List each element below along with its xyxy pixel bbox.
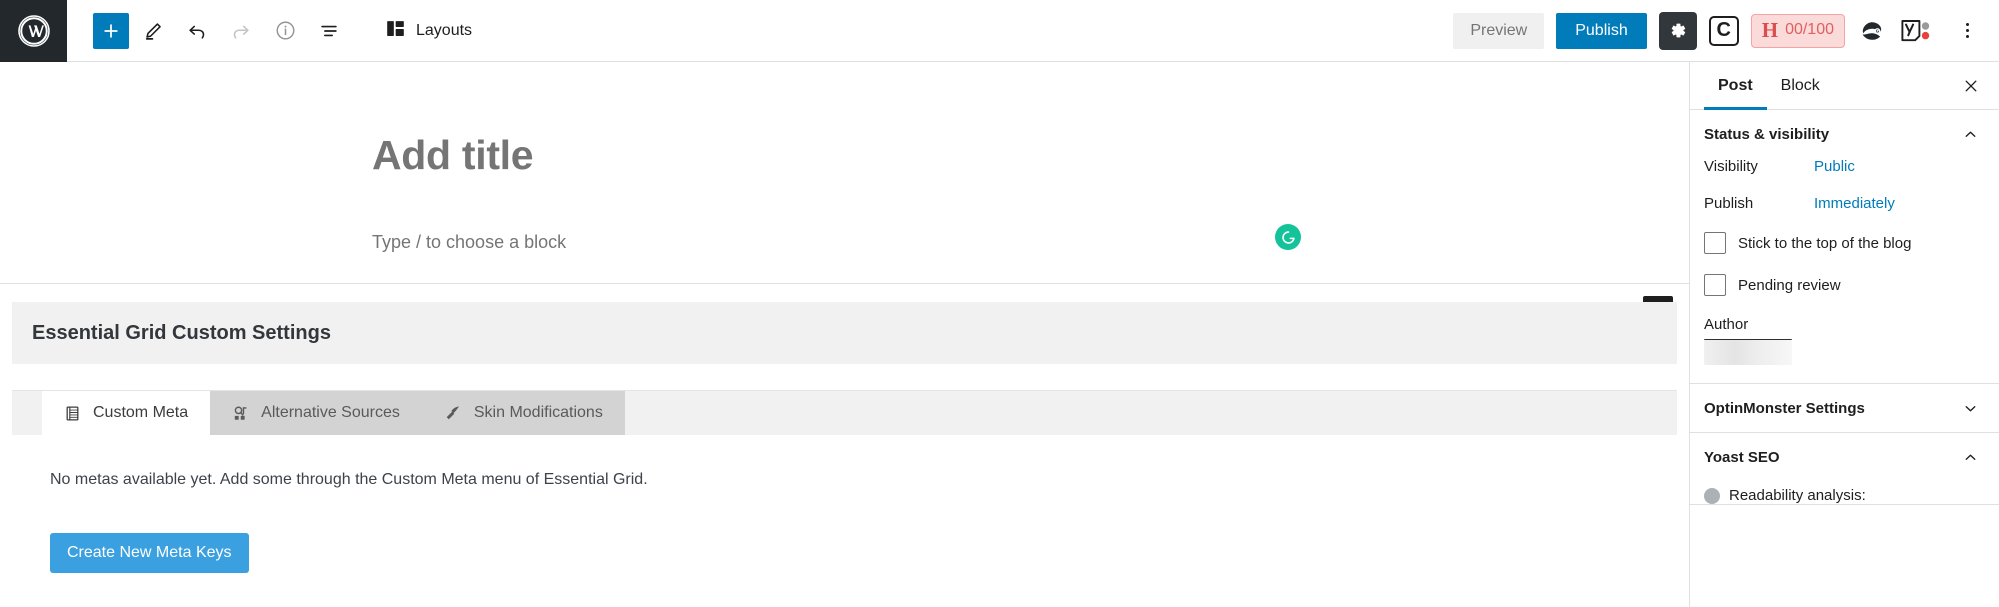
panel-status-visibility-header[interactable]: Status & visibility [1690,110,1999,158]
preview-button[interactable]: Preview [1453,12,1545,49]
kebab-menu-icon [1965,23,1969,26]
chevron-down-icon[interactable] [1962,400,1979,417]
post-content-area: Add title Type / to choose a block [0,62,1689,326]
author-label: Author [1704,316,1749,333]
tab-custom-meta[interactable]: Custom Meta [42,391,211,435]
details-button[interactable] [265,11,305,51]
editor-toolbar: Layouts Preview Publish C H 00/100 G [0,0,1999,62]
panel-title: OptinMonster Settings [1704,400,1865,417]
settings-sidebar: Post Block Status & visibility Visibilit… [1689,62,1999,607]
toolbar-right-group: Preview Publish C H 00/100 G [1453,11,1999,50]
author-field: Author [1704,316,1985,365]
publish-label: Publish [1704,195,1754,212]
pending-review-label: Pending review [1738,276,1841,294]
chevron-up-icon[interactable] [1962,126,1979,143]
editor-canvas: Add title Type / to choose a block Essen… [0,62,1689,607]
tab-label: Alternative Sources [261,404,400,421]
tab-block[interactable]: Block [1767,62,1834,110]
chevron-up-icon[interactable] [1962,449,1979,466]
default-block-input[interactable]: Type / to choose a block [372,232,566,253]
author-select[interactable] [1704,339,1792,365]
panel-optinmonster-settings: OptinMonster Settings [1690,384,1999,433]
panel-status-visibility-body: Visibility Public Publish Immediately St… [1690,158,1999,383]
editor-body: Add title Type / to choose a block Essen… [0,62,1999,607]
row-publish: Publish Immediately [1704,195,1985,212]
publish-value-button[interactable]: Immediately [1814,195,1895,212]
seo-badge-glyph: H [1761,17,1779,42]
add-block-button[interactable] [93,12,129,49]
metabox-body: Custom Meta Alternative Sources Skin Mod… [12,390,1677,607]
tab-alternative-sources[interactable]: Alternative Sources [210,391,422,435]
more-options-button[interactable] [1949,12,1985,50]
panel-yoast-seo: Yoast SEO Readability analysis: [1690,433,1999,505]
kebab-menu-icon [1965,29,1969,32]
pending-review-checkbox[interactable] [1704,274,1726,296]
glob-beetle-icon[interactable]: G [1857,16,1887,46]
visibility-label: Visibility [1704,158,1758,175]
tab-label: Skin Modifications [473,404,603,421]
close-sidebar-button[interactable] [1957,72,1985,100]
metabox-title: Essential Grid Custom Settings [32,321,331,344]
empty-state-message: No metas available yet. Add some through… [50,471,648,488]
undo-arrow-icon [189,25,205,39]
redo-button[interactable] [221,11,261,51]
info-circle-icon [276,21,294,40]
gear-icon [1671,23,1686,38]
edit-tool-button[interactable] [133,11,173,51]
sidebar-tabs: Post Block [1690,62,1999,110]
custom-meta-icon [64,405,81,422]
tab-label: Custom Meta [93,404,189,421]
list-view-icon [321,25,337,36]
pencil-icon [145,22,161,40]
toolbar-left-group: Layouts [67,11,480,51]
layouts-button-label: Layouts [416,21,473,39]
grammarly-icon[interactable] [1275,224,1301,250]
readability-analysis-label: Readability analysis: [1729,487,1866,504]
panel-title: Yoast SEO [1704,449,1780,466]
tab-post[interactable]: Post [1704,62,1767,110]
sticky-label: Stick to the top of the blog [1738,234,1912,252]
row-visibility: Visibility Public [1704,158,1985,175]
seo-score-badge[interactable]: H 00/100 [1750,13,1845,48]
plus-icon [104,23,118,38]
panel-optinmonster-header[interactable]: OptinMonster Settings [1690,384,1999,432]
post-title-input[interactable]: Add title [372,132,534,179]
create-new-meta-keys-button[interactable]: Create New Meta Keys [50,533,249,573]
svg-text:G: G [1876,28,1880,33]
skin-modifications-icon [444,404,462,422]
row-pending-review: Pending review [1704,274,1985,296]
metabox-tab-content: No metas available yet. Add some through… [12,435,1677,607]
wordpress-logo-icon [17,14,51,48]
status-dot-icon [1704,487,1720,504]
layouts-button[interactable]: Layouts [377,11,480,51]
redo-arrow-icon [233,25,249,39]
panel-status-visibility: Status & visibility Visibility Public Pu… [1690,110,1999,384]
close-icon [1965,80,1977,91]
metabox-tabs: Custom Meta Alternative Sources Skin Mod… [12,391,1677,435]
panel-title: Status & visibility [1704,126,1830,143]
list-view-button[interactable] [309,11,349,51]
clearfy-button[interactable]: C [1708,15,1739,46]
settings-button[interactable] [1658,11,1697,50]
kebab-menu-icon [1965,35,1969,38]
sticky-checkbox[interactable] [1704,232,1726,254]
tab-skin-modifications[interactable]: Skin Modifications [421,391,625,435]
essential-grid-metabox: Essential Grid Custom Settings Custom Me… [0,302,1689,607]
publish-button[interactable]: Publish [1556,12,1647,49]
alternative-sources-icon [232,405,249,422]
yoast-seo-icon[interactable] [1899,17,1937,45]
row-sticky: Stick to the top of the blog [1704,232,1985,254]
wordpress-logo-button[interactable] [0,0,67,62]
seo-badge-score: 00/100 [1785,21,1834,38]
visibility-value-button[interactable]: Public [1814,158,1855,175]
panel-yoast-seo-header[interactable]: Yoast SEO [1690,433,1999,481]
metabox-header[interactable]: Essential Grid Custom Settings [12,302,1677,364]
layouts-grid-icon [385,18,406,44]
undo-button[interactable] [177,11,217,51]
readability-analysis-row: Readability analysis: [1690,481,1999,504]
